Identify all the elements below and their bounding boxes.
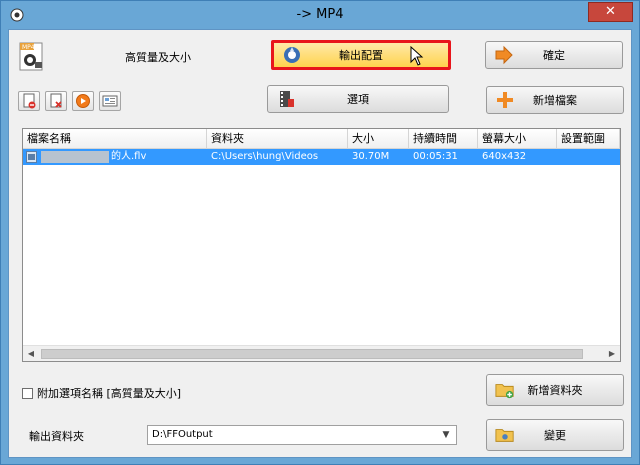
media-info-icon: [102, 95, 118, 107]
output-folder-label: 輸出資料夾: [29, 430, 84, 443]
app-window: -> MP4 ✕ MP4 高質量及大小 輸出配置 確定 選項 新增檔案 檔案名稱…: [0, 0, 640, 465]
window-title: -> MP4: [296, 7, 344, 22]
ok-button[interactable]: 確定: [485, 41, 623, 69]
scroll-left-icon[interactable]: ◀: [23, 346, 39, 362]
change-button[interactable]: 變更: [486, 419, 624, 451]
append-option-label[interactable]: 附加選項名稱 [高質量及大小]: [37, 385, 181, 401]
remove-file-button[interactable]: [18, 91, 40, 111]
clear-list-button[interactable]: [45, 91, 67, 111]
output-folder-select[interactable]: D:\FFOutput ▼: [147, 425, 457, 445]
add-file-label: 新增檔案: [533, 94, 577, 107]
file-list[interactable]: 檔案名稱 資料夾 大小 持續時間 螢幕大小 設置範圍 的人.flv C:\Use…: [22, 128, 621, 362]
cell-folder: C:\Users\hung\Videos: [211, 151, 319, 162]
chevron-down-icon[interactable]: ▼: [438, 427, 454, 443]
scrollbar-thumb[interactable]: [41, 349, 583, 359]
cell-duration: 00:05:31: [413, 151, 458, 162]
mouse-cursor-icon: [410, 46, 424, 66]
redacted-filename-block: [41, 151, 109, 163]
cell-filename: 的人.flv: [111, 151, 147, 162]
remove-file-icon: [23, 93, 36, 109]
add-file-button[interactable]: 新增檔案: [486, 86, 624, 114]
cell-screen-size: 640x432: [482, 151, 527, 162]
play-icon: [76, 94, 90, 108]
output-config-button[interactable]: 輸出配置: [271, 40, 451, 70]
play-button[interactable]: [72, 91, 94, 111]
file-list-header: 檔案名稱 資料夾 大小 持續時間 螢幕大小 設置範圍: [23, 129, 620, 149]
scroll-right-icon[interactable]: ▶: [604, 346, 620, 362]
svg-text:MP4: MP4: [22, 44, 35, 51]
profile-label: 高質量及大小: [125, 51, 191, 64]
mp4-profile-icon: MP4: [19, 42, 43, 71]
media-info-button[interactable]: [99, 91, 121, 111]
table-row[interactable]: 的人.flv C:\Users\hung\Videos 30.70M 00:05…: [23, 149, 620, 165]
clear-list-icon: [50, 93, 62, 108]
close-button[interactable]: ✕: [588, 2, 633, 22]
cell-size: 30.70M: [352, 151, 390, 162]
title-bar[interactable]: -> MP4 ✕: [1, 1, 639, 29]
change-label: 變更: [544, 429, 566, 442]
column-header-duration[interactable]: 持續時間: [409, 129, 478, 149]
append-option-checkbox[interactable]: [22, 388, 33, 399]
output-folder-value: D:\FFOutput: [152, 429, 213, 440]
column-header-filename[interactable]: 檔案名稱: [23, 129, 207, 149]
column-header-range[interactable]: 設置範圍: [557, 129, 620, 149]
horizontal-scrollbar[interactable]: ◀ ▶: [23, 345, 620, 361]
options-button[interactable]: 選項: [267, 85, 449, 113]
ok-label: 確定: [543, 49, 565, 62]
dialog-body: MP4 高質量及大小 輸出配置 確定 選項 新增檔案 檔案名稱 資料夾 大小 持…: [8, 29, 632, 458]
column-header-folder[interactable]: 資料夾: [207, 129, 348, 149]
new-folder-label: 新增資料夾: [527, 384, 583, 397]
new-folder-button[interactable]: 新增資料夾: [486, 374, 624, 406]
column-header-size[interactable]: 大小: [348, 129, 409, 149]
video-file-icon: [26, 151, 37, 163]
cell-range: [557, 149, 620, 165]
options-label: 選項: [347, 93, 369, 106]
column-header-screen-size[interactable]: 螢幕大小: [478, 129, 557, 149]
